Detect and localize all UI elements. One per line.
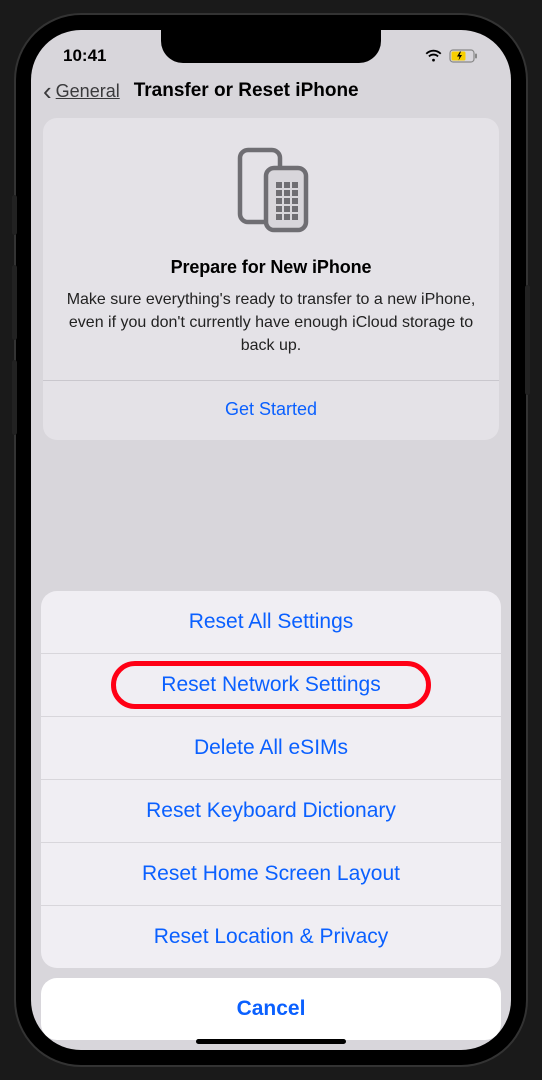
prepare-card: Prepare for New iPhone Make sure everyth… [43, 118, 499, 440]
reset-location-privacy-button[interactable]: Reset Location & Privacy [41, 906, 501, 968]
nav-bar: ‹ General Transfer or Reset iPhone [31, 72, 511, 118]
wifi-icon [424, 49, 443, 63]
delete-all-esims-button[interactable]: Delete All eSIMs [41, 717, 501, 780]
reset-keyboard-dictionary-button[interactable]: Reset Keyboard Dictionary [41, 780, 501, 843]
card-description: Make sure everything's ready to transfer… [61, 288, 481, 380]
devices-icon [61, 146, 481, 239]
action-sheet: Reset Reset All Settings Reset Network S… [31, 591, 511, 1050]
back-chevron-icon[interactable]: ‹ [43, 78, 52, 104]
battery-icon [449, 49, 479, 63]
back-button[interactable]: General [56, 81, 120, 102]
power-button [525, 285, 530, 395]
option-label: Reset Network Settings [161, 673, 380, 696]
silent-switch [12, 195, 17, 235]
notch [161, 30, 381, 63]
content: Prepare for New iPhone Make sure everyth… [31, 118, 511, 440]
status-time: 10:41 [63, 46, 106, 66]
get-started-button[interactable]: Get Started [61, 381, 481, 440]
phone-frame: 10:41 ‹ General Transfer or Reset iPhone [16, 15, 526, 1065]
volume-up-button [12, 265, 17, 340]
home-indicator[interactable] [196, 1039, 346, 1044]
card-title: Prepare for New iPhone [61, 257, 481, 278]
reset-options-group: Reset All Settings Reset Network Setting… [41, 591, 501, 968]
screen: 10:41 ‹ General Transfer or Reset iPhone [31, 30, 511, 1050]
reset-network-settings-button[interactable]: Reset Network Settings [41, 654, 501, 717]
volume-down-button [12, 360, 17, 435]
page-title: Transfer or Reset iPhone [134, 80, 359, 102]
reset-all-settings-button[interactable]: Reset All Settings [41, 591, 501, 654]
status-icons [424, 49, 479, 63]
cancel-button[interactable]: Cancel [41, 978, 501, 1040]
reset-home-screen-layout-button[interactable]: Reset Home Screen Layout [41, 843, 501, 906]
